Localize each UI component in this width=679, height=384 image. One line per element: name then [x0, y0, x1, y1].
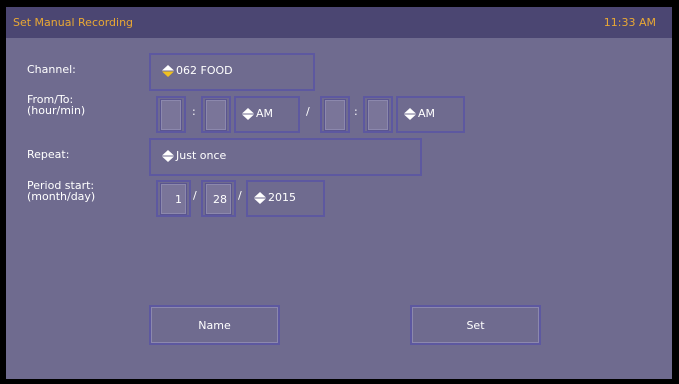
updown-arrow-icon: [162, 65, 174, 77]
repeat-selector[interactable]: Just once: [149, 138, 422, 176]
title-bar: Set Manual Recording 11:33 AM: [6, 7, 672, 38]
updown-arrow-icon: [254, 192, 266, 204]
to-ampm-value: AM: [418, 107, 436, 120]
period-month-input[interactable]: 1: [160, 183, 187, 215]
to-hour-field[interactable]: [320, 96, 350, 133]
to-hour-input[interactable]: [324, 99, 346, 131]
page-title: Set Manual Recording: [13, 16, 134, 29]
name-button[interactable]: Name: [149, 305, 280, 345]
from-ampm-value: AM: [256, 107, 274, 120]
updown-arrow-icon: [404, 108, 416, 120]
from-hour-field[interactable]: [156, 96, 186, 133]
from-minute-field[interactable]: [201, 96, 231, 133]
updown-arrow-icon: [242, 108, 254, 120]
period-start-sublabel: (month/day): [27, 190, 96, 203]
from-hour-input[interactable]: [160, 99, 182, 131]
set-button[interactable]: Set: [410, 305, 541, 345]
date-slash: /: [193, 189, 197, 202]
period-day-field[interactable]: 28: [201, 180, 236, 217]
from-to-sublabel: (hour/min): [27, 104, 86, 117]
time-slash: /: [306, 105, 310, 118]
period-year-value: 2015: [268, 191, 296, 204]
to-minute-field[interactable]: [363, 96, 393, 133]
repeat-value: Just once: [176, 149, 227, 162]
time-colon: :: [192, 105, 196, 118]
channel-label: Channel:: [27, 63, 76, 76]
updown-arrow-icon: [162, 150, 174, 162]
period-month-field[interactable]: 1: [156, 180, 191, 217]
to-ampm-selector[interactable]: AM: [396, 96, 465, 133]
date-slash: /: [238, 189, 242, 202]
recording-screen: Set Manual Recording 11:33 AM Channel: 0…: [6, 7, 672, 379]
channel-selector[interactable]: 062 FOOD: [149, 53, 315, 91]
repeat-label: Repeat:: [27, 148, 70, 161]
clock: 11:33 AM: [603, 16, 656, 29]
channel-value: 062 FOOD: [176, 64, 233, 77]
to-minute-input[interactable]: [367, 99, 389, 131]
time-colon: :: [354, 105, 358, 118]
from-ampm-selector[interactable]: AM: [234, 96, 300, 133]
period-day-input[interactable]: 28: [205, 183, 232, 215]
period-year-selector[interactable]: 2015: [246, 180, 325, 217]
from-minute-input[interactable]: [205, 99, 227, 131]
